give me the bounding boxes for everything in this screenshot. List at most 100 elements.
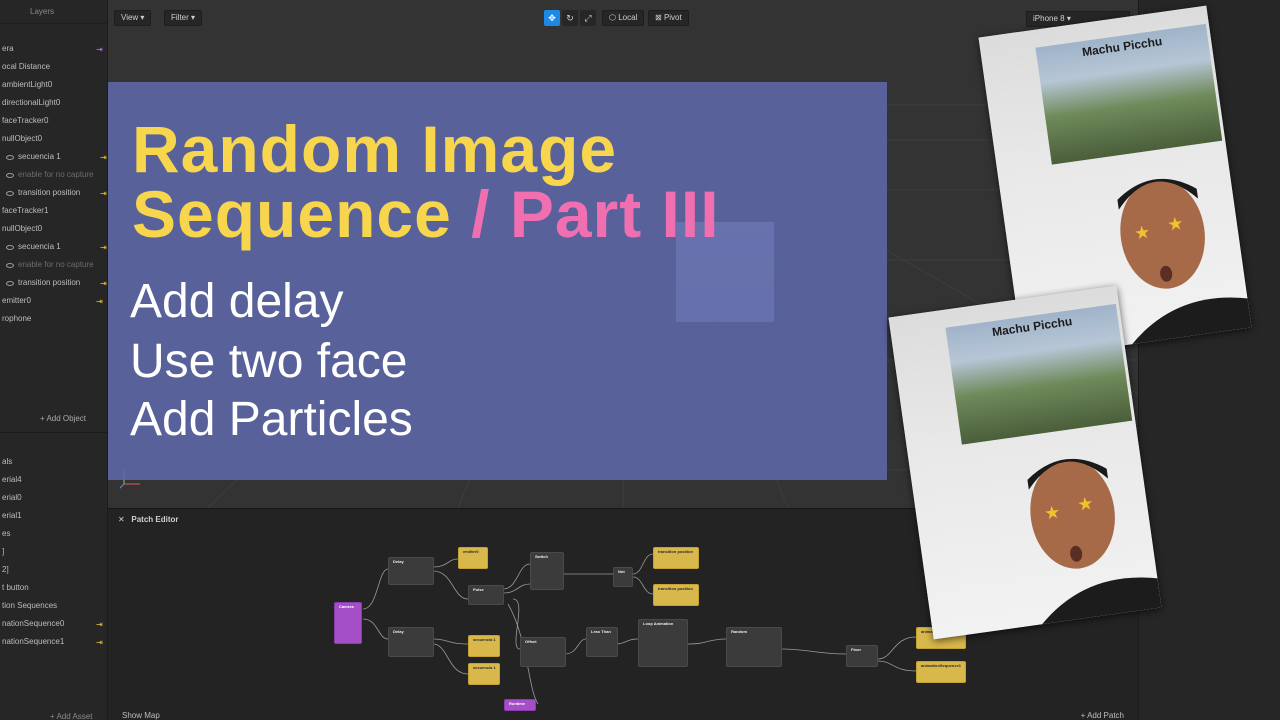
pivot-toggle[interactable]: ⊠ Pivot: [648, 10, 689, 26]
loop-animation-patch-node[interactable]: Loop Animation: [638, 619, 688, 667]
floor-patch-node[interactable]: Floor: [846, 645, 878, 667]
transition-position-node[interactable]: transition position: [653, 547, 699, 569]
asset-item[interactable]: t button: [2, 581, 102, 595]
capture-toggle-icon[interactable]: ⇥: [99, 243, 107, 252]
layer-item[interactable]: enable for no capture: [6, 168, 106, 182]
add-asset-button[interactable]: + Add Asset: [50, 712, 92, 720]
add-patch-button[interactable]: + Add Patch: [1081, 711, 1124, 720]
title-banner: Random Image Sequence / Part III Add del…: [108, 82, 887, 480]
local-toggle[interactable]: ⬡ Local: [602, 10, 645, 26]
switch-patch-node[interactable]: Switch: [530, 552, 564, 590]
layer-item-label: enable for no capture: [18, 260, 94, 269]
asset-item[interactable]: nationSequence1 ⇥: [2, 635, 104, 649]
layer-item[interactable]: nullObject0: [2, 222, 102, 236]
layer-item-label: faceTracker1: [2, 206, 49, 215]
view-dropdown[interactable]: View ▾: [114, 10, 152, 26]
layer-item[interactable]: emitter0 ⇥: [2, 294, 104, 308]
asset-item[interactable]: nationSequence0 ⇥: [2, 617, 104, 631]
layer-item-label: directionalLight0: [2, 98, 61, 107]
phone-photo-2: Machu Picchu ★ ★: [888, 285, 1162, 640]
layer-item-label: transition position: [18, 188, 81, 197]
animation-sequence-node[interactable]: animationSequence1: [916, 661, 966, 683]
asset-item-label: nationSequence1: [2, 637, 65, 646]
mountain-picture: Machu Picchu: [945, 303, 1133, 445]
asset-item[interactable]: 2]: [2, 563, 102, 577]
capture-toggle-icon[interactable]: ⇥: [99, 189, 107, 198]
asset-item-label: 2]: [2, 565, 9, 574]
capture-toggle-icon[interactable]: ⇥: [95, 620, 104, 629]
asset-item[interactable]: als: [2, 455, 102, 469]
emitter-patch-node[interactable]: emitter0: [458, 547, 488, 569]
bullet-add-particles: Add Particles: [130, 393, 413, 446]
scale-tool-icon[interactable]: ⤢: [580, 10, 596, 26]
asset-item-label: tion Sequences: [2, 601, 58, 610]
title-line-2: Sequence / Part III: [132, 181, 720, 247]
delay-patch-node[interactable]: Delay: [388, 557, 434, 585]
layer-item-label: secuencia 1: [18, 152, 61, 161]
layer-item[interactable]: faceTracker1: [2, 204, 102, 218]
asset-item[interactable]: erial0: [2, 491, 102, 505]
offset-patch-node[interactable]: Offset: [520, 637, 566, 667]
layer-item[interactable]: nullObject0: [2, 132, 102, 146]
layer-item-label: faceTracker0: [2, 116, 49, 125]
bullet-add-delay: Add delay: [130, 275, 344, 328]
layer-item[interactable]: transition position ⇥: [6, 276, 107, 290]
layer-item[interactable]: era ⇥: [2, 42, 104, 56]
layer-item[interactable]: directionalLight0: [2, 96, 102, 110]
layer-item[interactable]: transition position ⇥: [6, 186, 107, 200]
layers-panel-title: Layers: [0, 0, 107, 24]
delay-patch-node[interactable]: Delay: [388, 627, 434, 657]
sequence-patch-node[interactable]: secuencia 1: [468, 663, 500, 685]
random-patch-node[interactable]: Random: [726, 627, 782, 667]
runtime-patch-node[interactable]: Runtime: [504, 699, 536, 711]
layer-item[interactable]: faceTracker0: [2, 114, 102, 128]
move-tool-icon[interactable]: ✥: [544, 10, 560, 26]
layer-item-label: secuencia 1: [18, 242, 61, 251]
asset-item[interactable]: tion Sequences: [2, 599, 102, 613]
layer-item[interactable]: enable for no capture: [6, 258, 106, 272]
layer-item-label: enable for no capture: [18, 170, 94, 179]
eye-icon[interactable]: [6, 172, 14, 178]
layer-item[interactable]: ambientLight0: [2, 78, 102, 92]
eye-icon[interactable]: [6, 154, 14, 160]
asset-item-label: nationSequence0: [2, 619, 65, 628]
person-face: ★ ★: [1027, 458, 1162, 640]
pulse-patch-node[interactable]: Pulse: [468, 585, 504, 605]
less-than-patch-node[interactable]: Less Than: [586, 627, 618, 657]
eye-icon[interactable]: [6, 280, 14, 286]
eye-icon[interactable]: [6, 190, 14, 196]
camera-patch-node[interactable]: Camera: [334, 602, 362, 644]
capture-toggle-icon[interactable]: ⇥: [95, 297, 104, 306]
title-sequence: Sequence: [132, 177, 452, 251]
layer-item[interactable]: ocal Distance: [2, 60, 102, 74]
asset-item-label: t button: [2, 583, 29, 592]
layer-item[interactable]: rophone: [2, 312, 102, 326]
asset-item[interactable]: es: [2, 527, 102, 541]
filter-dropdown[interactable]: Filter ▾: [164, 10, 203, 26]
asset-item-label: ]: [2, 547, 5, 556]
add-object-button[interactable]: + Add Object: [40, 414, 86, 423]
layer-item-label: rophone: [2, 314, 32, 323]
asset-item[interactable]: erial1: [2, 509, 102, 523]
asset-item[interactable]: ]: [2, 545, 102, 559]
svg-text:★: ★: [1076, 493, 1095, 515]
layer-item-label: nullObject0: [2, 134, 43, 143]
sequence-patch-node[interactable]: secuencia 1: [468, 635, 500, 657]
layer-item-label: era: [2, 44, 14, 53]
panel-divider: [0, 432, 107, 433]
layer-item[interactable]: secuencia 1 ⇥: [6, 150, 107, 164]
eye-icon[interactable]: [6, 244, 14, 250]
capture-toggle-icon[interactable]: ⇥: [99, 279, 107, 288]
rotate-tool-icon[interactable]: ↻: [562, 10, 578, 26]
asset-item-label: erial4: [2, 475, 22, 484]
capture-toggle-icon[interactable]: ⇥: [95, 638, 104, 647]
capture-toggle-icon[interactable]: ⇥: [95, 45, 104, 54]
eye-icon[interactable]: [6, 262, 14, 268]
layer-item[interactable]: secuencia 1 ⇥: [6, 240, 107, 254]
transition-position-node[interactable]: transition position: [653, 584, 699, 606]
capture-toggle-icon[interactable]: ⇥: [99, 153, 107, 162]
show-map-button[interactable]: Show Map: [122, 711, 160, 720]
layer-item-label: ambientLight0: [2, 80, 53, 89]
not-patch-node[interactable]: Not: [613, 567, 633, 587]
asset-item[interactable]: erial4: [2, 473, 102, 487]
